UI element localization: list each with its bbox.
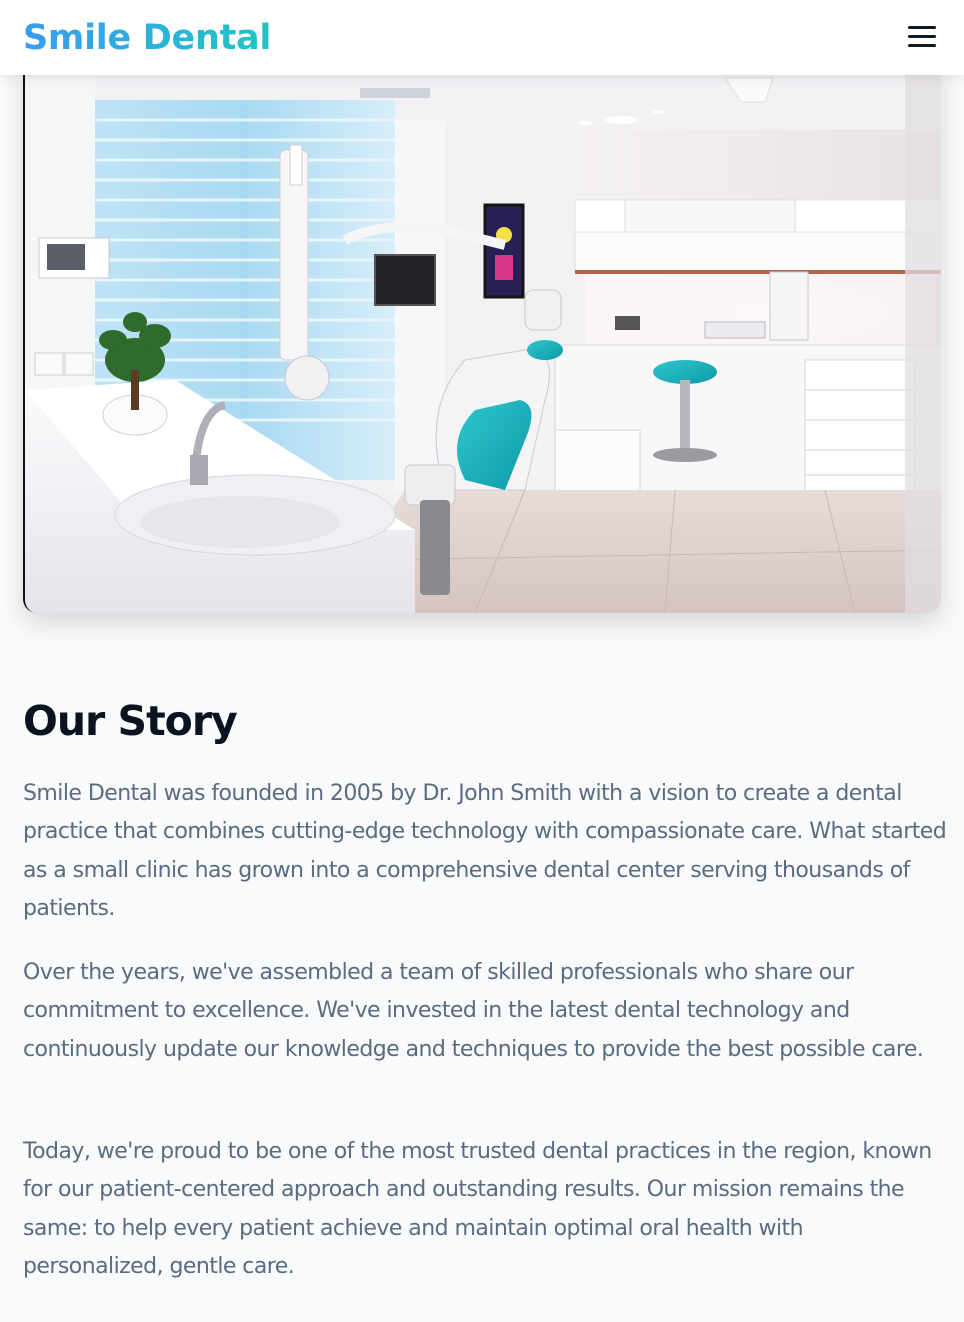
menu-bar [908,44,936,47]
menu-bar [908,35,936,38]
story-paragraph: Over the years, we've assembled a team o… [23,960,924,1062]
site-header: Smile Dental [0,0,964,75]
story-paragraph: Smile Dental was founded in 2005 by Dr. … [23,781,947,922]
dental-office-illustration [25,60,941,613]
our-story-heading: Our Story [23,697,238,745]
clinic-interior-photo [23,60,941,613]
site-logo[interactable]: Smile Dental [23,14,271,62]
menu-bar [908,26,936,29]
hamburger-menu-icon[interactable] [900,20,944,54]
story-paragraph: Today, we're proud to be one of the most… [23,1139,932,1280]
